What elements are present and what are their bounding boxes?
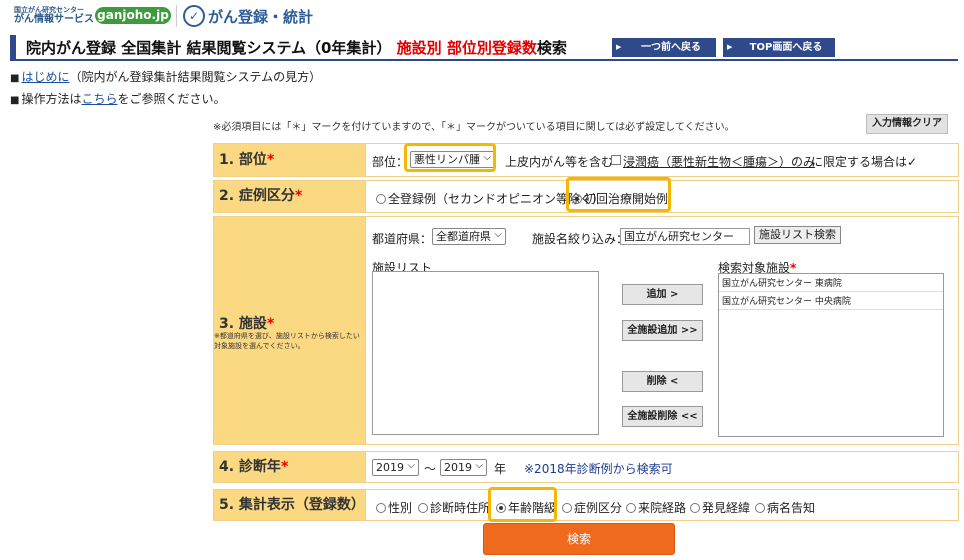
age-option-highlight: [488, 487, 557, 522]
site-label-text: 1. 部位: [219, 152, 267, 168]
radio-icon[interactable]: [376, 194, 386, 204]
required-mark: *: [280, 459, 289, 475]
add-button[interactable]: 追加 >: [622, 284, 703, 305]
year-unit: 年: [494, 462, 507, 476]
emblem-icon: ✓: [183, 5, 205, 27]
year-label-text: 4. 診断年: [219, 459, 281, 475]
pref-label: 都道府県：: [372, 232, 433, 246]
year-to-select[interactable]: 2019: [440, 458, 487, 476]
intro-text: （院内がん登録集計結果閲覧システムの見方）: [69, 70, 322, 84]
case-label: 2. 症例区分*: [214, 181, 365, 212]
target-facility-box[interactable]: 国立がん研究センター 東病院 国立がん研究センター 中央病院: [718, 273, 944, 437]
bullet-square-icon: ■: [10, 95, 20, 106]
ganjoho-pill-link[interactable]: ganjoho.jp: [95, 7, 171, 24]
radio-icon[interactable]: [418, 503, 428, 513]
display-case-label: 症例区分: [574, 501, 623, 515]
top-page-button[interactable]: TOP画面へ戻る: [723, 38, 835, 57]
case-option-highlight: [566, 177, 671, 212]
radio-icon[interactable]: [562, 503, 572, 513]
back-button[interactable]: 一つ前へ戻る: [612, 38, 716, 57]
ganjoho-logo[interactable]: 国立がん研究センター がん情報サービス: [14, 6, 94, 26]
site-header: 国立がん研究センター がん情報サービス ganjoho.jp ✓ がん登録・統計: [0, 0, 964, 32]
display-case-option[interactable]: 症例区分: [562, 499, 622, 516]
display-label: 5. 集計表示（登録数）: [214, 490, 365, 520]
display-address-option[interactable]: 診断時住所: [418, 499, 490, 516]
display-sex-label: 性別: [388, 501, 413, 515]
display-address-label: 診断時住所: [430, 501, 491, 515]
year-row: 4. 診断年* 2019 〜 2019 年 ※2018年診断例から検索可: [213, 451, 959, 483]
clear-input-button[interactable]: 入力情報クリア: [866, 114, 948, 134]
invasive-only-text: に限定する場合は✓: [811, 155, 918, 169]
howto-link[interactable]: こちら: [81, 92, 117, 106]
required-mark: *: [266, 152, 275, 168]
facility-label-title: 3. 施設*: [219, 313, 274, 333]
org-name: 国立がん研究センター: [14, 6, 84, 14]
required-note: ※必須項目には「＊」マークを付けていますので、「＊」マークがついている項目に関し…: [213, 122, 735, 133]
bullet-square-icon: ■: [10, 73, 20, 84]
intro-link[interactable]: はじめに: [21, 70, 69, 84]
howto-text-a: 操作方法は: [21, 92, 82, 106]
intro-line: ■ はじめに（院内がん登録集計結果閲覧システムの見方）: [10, 68, 321, 85]
display-row: 5. 集計表示（登録数） 性別 診断時住所 年齢階級 症例区分 来院経路 発見経…: [213, 489, 959, 521]
year-tilde: 〜: [424, 462, 437, 476]
facility-list-search-button[interactable]: 施設リスト検索: [754, 226, 841, 244]
required-mark: *: [294, 188, 303, 204]
page-title-bar: 院内がん登録 全国集計 結果閲覧システム（0年集計） 施設別 部位別登録数検索 …: [10, 35, 958, 61]
required-mark: *: [266, 316, 275, 332]
case-label-text: 2. 症例区分: [219, 188, 295, 204]
pref-select[interactable]: 全都道府県: [432, 227, 506, 245]
target-facility-item[interactable]: 国立がん研究センター 東病院: [719, 274, 943, 292]
site-select-highlight: [404, 143, 496, 172]
year-from-select[interactable]: 2019: [372, 458, 419, 476]
search-button[interactable]: 検索: [483, 523, 675, 555]
site-row: 1. 部位* 部位： 悪性リンパ腫 上皮内がん等を含む 浸潤癌（悪性新生物＜腫瘍…: [213, 143, 959, 177]
display-notice-option[interactable]: 病名告知: [755, 499, 815, 516]
display-sex-option[interactable]: 性別: [376, 499, 412, 516]
site-prefix: 部位：: [372, 155, 409, 169]
year-label: 4. 診断年*: [214, 452, 365, 482]
howto-text-b: をご参照ください。: [117, 92, 226, 106]
remove-all-button[interactable]: 全施設削除 <<: [622, 406, 703, 427]
facility-list-box[interactable]: [372, 271, 599, 435]
year-cell: 2019 〜 2019 年 ※2018年診断例から検索可: [365, 452, 958, 482]
radio-icon[interactable]: [755, 503, 765, 513]
radio-icon[interactable]: [690, 503, 700, 513]
page-title-highlight: 施設別 部位別登録数: [396, 39, 537, 57]
invasive-only-checkbox[interactable]: [611, 155, 621, 165]
display-route-label: 来院経路: [638, 501, 687, 515]
in-situ-text: 上皮内がん等を含む: [505, 155, 614, 169]
facility-row: 3. 施設* ※都道府県を選び、施設リストから検索したい対象施設を選んでください…: [213, 216, 959, 445]
facility-name-input[interactable]: 国立がん研究センター: [620, 228, 750, 245]
display-discovery-label: 発見経緯: [702, 501, 751, 515]
invasive-only-link[interactable]: 浸潤癌（悪性新生物＜腫瘍＞）のみ: [623, 153, 815, 170]
page-title: 院内がん登録 全国集計 結果閲覧システム（0年集計） 施設別 部位別登録数検索: [26, 37, 567, 58]
site-label: 1. 部位*: [214, 144, 365, 176]
facility-cell: 都道府県： 全都道府県 施設名絞り込み： 国立がん研究センター 施設リスト検索 …: [365, 217, 958, 444]
page-title-suffix: 検索: [536, 39, 567, 57]
facility-help: ※都道府県を選び、施設リストから検索したい対象施設を選んでください。: [214, 332, 360, 350]
page-title-main: 院内がん登録 全国集計 結果閲覧システム（0年集計）: [26, 39, 392, 57]
remove-button[interactable]: 削除 <: [622, 371, 703, 392]
display-cell: 性別 診断時住所 年齢階級 症例区分 来院経路 発見経緯 病名告知: [365, 490, 958, 520]
display-discovery-option[interactable]: 発見経緯: [690, 499, 750, 516]
target-facility-item[interactable]: 国立がん研究センター 中央病院: [719, 292, 943, 310]
site-title[interactable]: がん登録・統計: [208, 6, 313, 27]
facility-label: 3. 施設* ※都道府県を選び、施設リストから検索したい対象施設を選んでください…: [214, 217, 365, 444]
howto-line: ■ 操作方法はこちらをご参照ください。: [10, 90, 226, 107]
year-note: ※2018年診断例から検索可: [524, 462, 673, 476]
radio-icon[interactable]: [626, 503, 636, 513]
narrow-label: 施設名絞り込み：: [532, 232, 629, 246]
service-name: がん情報サービス: [14, 14, 94, 25]
add-all-button[interactable]: 全施設追加 >>: [622, 320, 703, 341]
display-route-option[interactable]: 来院経路: [626, 499, 686, 516]
header-divider: [176, 5, 177, 27]
display-notice-label: 病名告知: [767, 501, 816, 515]
radio-icon[interactable]: [376, 503, 386, 513]
facility-label-text: 3. 施設: [219, 316, 267, 332]
